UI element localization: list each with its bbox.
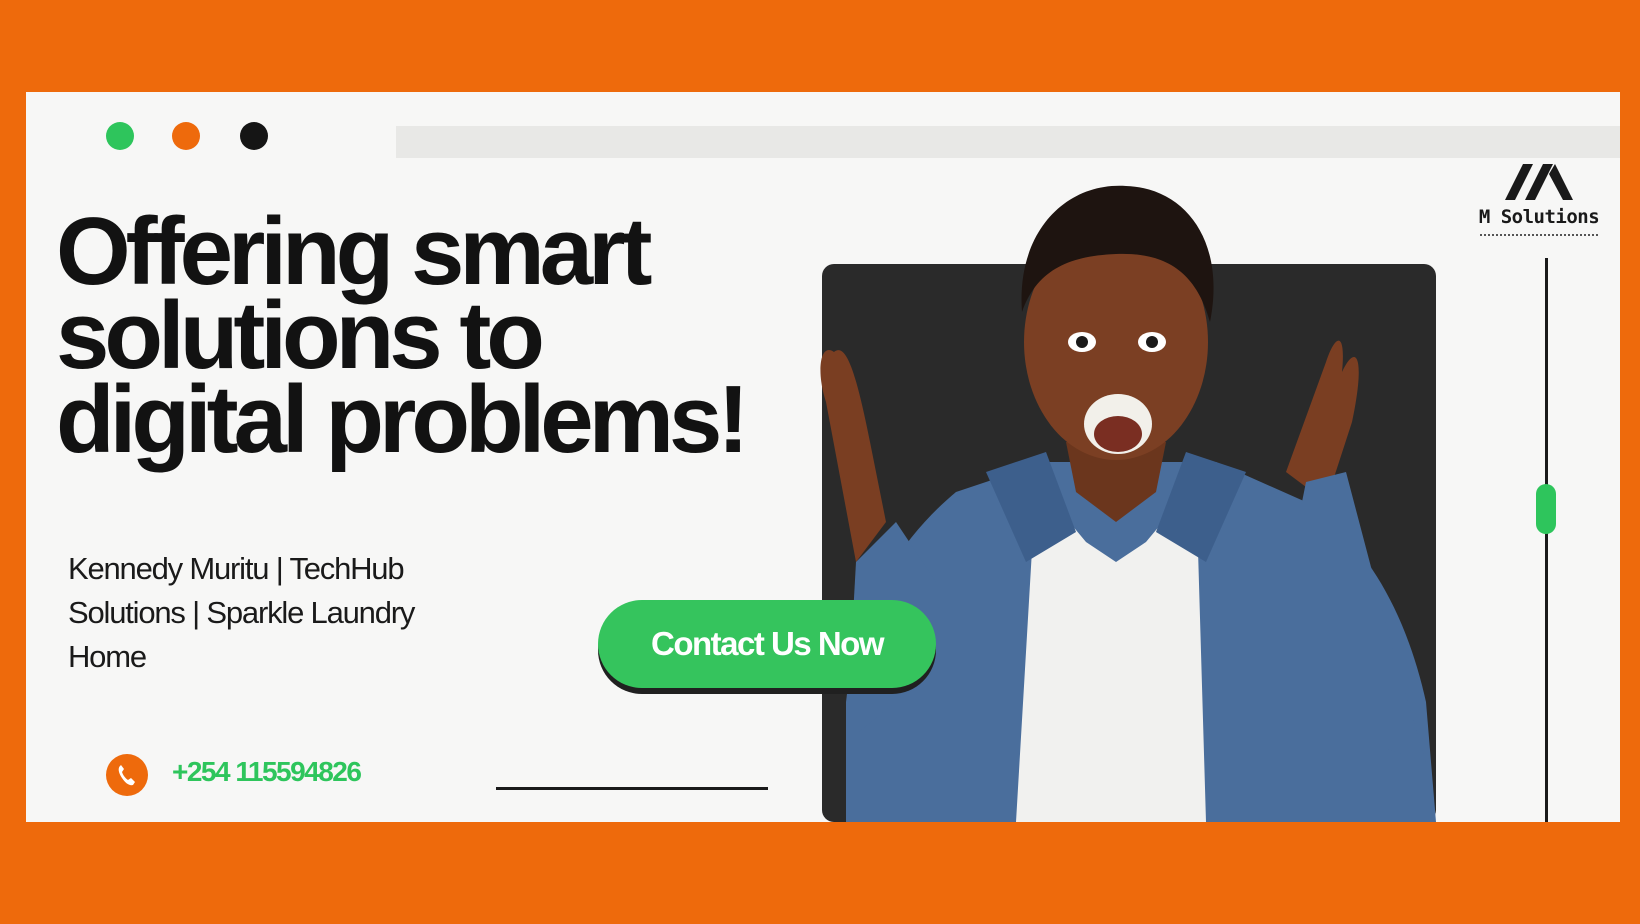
divider-line xyxy=(496,787,768,790)
phone-icon xyxy=(106,754,148,796)
window-dot-orange xyxy=(172,122,200,150)
person-photo xyxy=(820,185,1436,822)
brand-logo: M Solutions xyxy=(1464,156,1614,240)
window-tab-notch xyxy=(342,92,402,158)
headline-line: digital problems! xyxy=(56,366,749,473)
subtitle: Kennedy Muritu | TechHub Solutions | Spa… xyxy=(68,547,508,679)
scrollbar-thumb[interactable] xyxy=(1536,484,1556,534)
subtitle-line: Home xyxy=(68,639,147,674)
subtitle-line: Solutions | Sparkle Laundry xyxy=(68,595,415,630)
scrollbar-track[interactable] xyxy=(1545,258,1548,822)
window-dot-black xyxy=(240,122,268,150)
headline: Offering smart solutions to digital prob… xyxy=(56,204,856,468)
logo-m-icon xyxy=(1505,164,1573,200)
window-dot-green xyxy=(106,122,134,150)
phone-number[interactable]: +254 115594826 xyxy=(172,756,362,788)
browser-window: Offering smart solutions to digital prob… xyxy=(26,92,1620,822)
contact-us-button[interactable]: Contact Us Now xyxy=(598,600,936,688)
logo-name: M Solutions xyxy=(1478,206,1600,228)
subtitle-line: Kennedy Muritu | TechHub xyxy=(68,551,405,586)
promo-banner: Offering smart solutions to digital prob… xyxy=(0,0,1640,924)
logo-tagline-rule xyxy=(1480,234,1598,240)
